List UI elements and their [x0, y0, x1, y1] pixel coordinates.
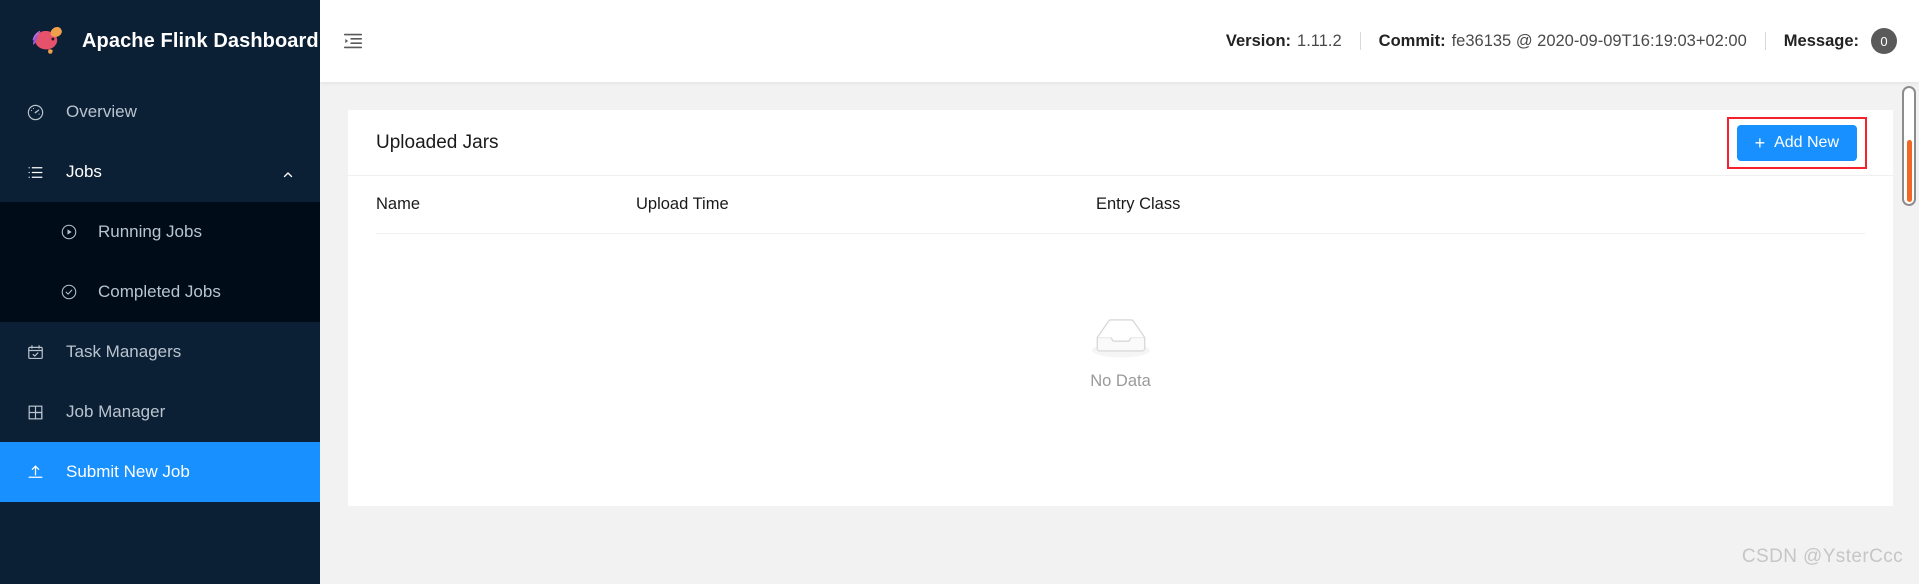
menu-fold-icon[interactable] — [320, 0, 386, 82]
add-new-button[interactable]: + Add New — [1736, 124, 1857, 161]
sidebar-submenu-jobs: Running Jobs Completed Jobs — [0, 202, 320, 322]
sidebar-item-label: Running Jobs — [98, 222, 202, 241]
sidebar-item-completed-jobs[interactable]: Completed Jobs — [0, 262, 320, 322]
separator — [1764, 32, 1766, 50]
list-icon — [26, 163, 52, 182]
card-header: Uploaded Jars + Add New — [348, 110, 1893, 176]
topbar-info: Version: 1.11.2 Commit: fe36135 @ 2020-0… — [1226, 28, 1919, 54]
topbar: Version: 1.11.2 Commit: fe36135 @ 2020-0… — [320, 0, 1919, 82]
empty-inbox-icon — [1088, 316, 1154, 364]
uploaded-jars-table: Name Upload Time Entry Class No Data — [348, 176, 1893, 472]
sidebar-item-job-manager[interactable]: Job Manager — [0, 382, 320, 442]
brand-title: Apache Flink Dashboard — [82, 29, 319, 52]
sidebar-item-label: Jobs — [66, 162, 102, 181]
add-new-label: Add New — [1774, 133, 1839, 151]
message-count-badge[interactable]: 0 — [1871, 28, 1897, 54]
version-label: Version: — [1225, 31, 1292, 50]
sidebar-item-label: Submit New Job — [66, 462, 190, 481]
calendar-check-icon — [26, 343, 52, 362]
separator — [1359, 32, 1361, 50]
watermark: CSDN @YsterCcc — [1741, 546, 1903, 567]
play-circle-icon — [60, 223, 86, 241]
chevron-up-icon[interactable] — [282, 166, 294, 178]
empty-state-text: No Data — [1090, 371, 1151, 390]
dashboard-gauge-icon — [26, 103, 52, 122]
sidebar-item-label: Task Managers — [66, 342, 182, 361]
sidebar-item-label: Overview — [66, 102, 137, 121]
sidebar-item-overview[interactable]: Overview — [0, 82, 320, 142]
page-scrollbar[interactable] — [1902, 86, 1916, 206]
check-circle-icon — [60, 283, 86, 301]
sidebar-item-label: Completed Jobs — [98, 282, 221, 301]
add-new-highlight-box: + Add New — [1726, 116, 1867, 169]
empty-state: No Data — [376, 234, 1865, 472]
upload-icon — [26, 463, 52, 482]
commit-value: fe36135 @ 2020-09-09T16:19:03+02:00 — [1451, 31, 1747, 50]
sidebar-menu: Overview Jobs Running Jobs Completed Job… — [0, 82, 320, 502]
table-header-row: Name Upload Time Entry Class — [376, 176, 1865, 234]
scrollbar-thumb[interactable] — [1906, 140, 1912, 202]
uploaded-jars-card: Uploaded Jars + Add New Name Upload Time… — [348, 110, 1893, 506]
flink-dashboard-app: Apache Flink Dashboard Overview Jobs Run… — [0, 0, 1919, 584]
sidebar-item-jobs[interactable]: Jobs — [0, 142, 320, 202]
flink-squirrel-logo-icon — [26, 20, 68, 62]
column-header-upload-time[interactable]: Upload Time — [636, 195, 1096, 214]
plus-icon: + — [1754, 132, 1766, 153]
column-header-name[interactable]: Name — [376, 195, 636, 214]
sidebar-item-running-jobs[interactable]: Running Jobs — [0, 202, 320, 262]
page-title: Uploaded Jars — [376, 131, 499, 153]
message-label: Message: — [1783, 31, 1859, 50]
content-area: Uploaded Jars + Add New Name Upload Time… — [320, 82, 1919, 584]
column-header-entry-class[interactable]: Entry Class — [1096, 195, 1865, 214]
sidebar-item-submit-new-job[interactable]: Submit New Job — [0, 442, 320, 502]
sidebar-item-label: Job Manager — [66, 402, 166, 421]
version-value: 1.11.2 — [1297, 31, 1342, 50]
grid-block-icon — [26, 403, 52, 422]
sidebar-item-task-managers[interactable]: Task Managers — [0, 322, 320, 382]
sidebar: Apache Flink Dashboard Overview Jobs Run… — [0, 0, 320, 584]
commit-label: Commit: — [1378, 31, 1446, 50]
brand[interactable]: Apache Flink Dashboard — [0, 0, 320, 82]
main-area: Version: 1.11.2 Commit: fe36135 @ 2020-0… — [320, 0, 1919, 584]
